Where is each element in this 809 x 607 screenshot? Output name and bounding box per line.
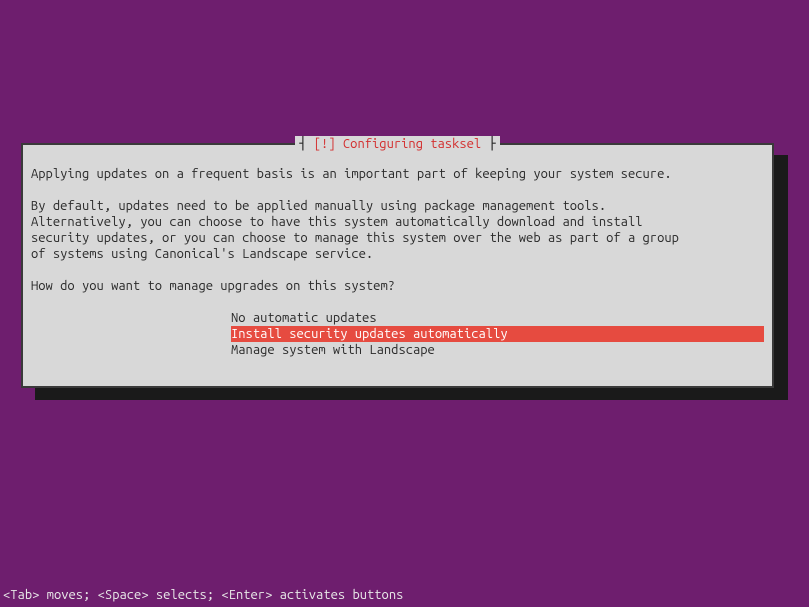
dialog-question: How do you want to manage upgrades on th…	[31, 278, 764, 294]
dialog-paragraph-2: By default, updates need to be applied m…	[31, 198, 764, 262]
options-list: No automatic updates Install security up…	[231, 310, 764, 358]
title-prefix: ┤	[299, 137, 314, 151]
status-bar: <Tab> moves; <Space> selects; <Enter> ac…	[3, 587, 403, 603]
title-suffix: ├	[481, 137, 496, 151]
title-text: Configuring tasksel	[343, 137, 481, 151]
tasksel-dialog: ┤ [!] Configuring tasksel ├ Applying upd…	[21, 143, 774, 388]
dialog-paragraph-1: Applying updates on a frequent basis is …	[31, 166, 764, 182]
dialog-title: ┤ [!] Configuring tasksel ├	[23, 136, 772, 152]
option-no-automatic-updates[interactable]: No automatic updates	[231, 310, 764, 326]
title-marker: [!]	[314, 137, 336, 151]
option-install-security-updates[interactable]: Install security updates automatically	[231, 326, 764, 342]
option-manage-with-landscape[interactable]: Manage system with Landscape	[231, 342, 764, 358]
